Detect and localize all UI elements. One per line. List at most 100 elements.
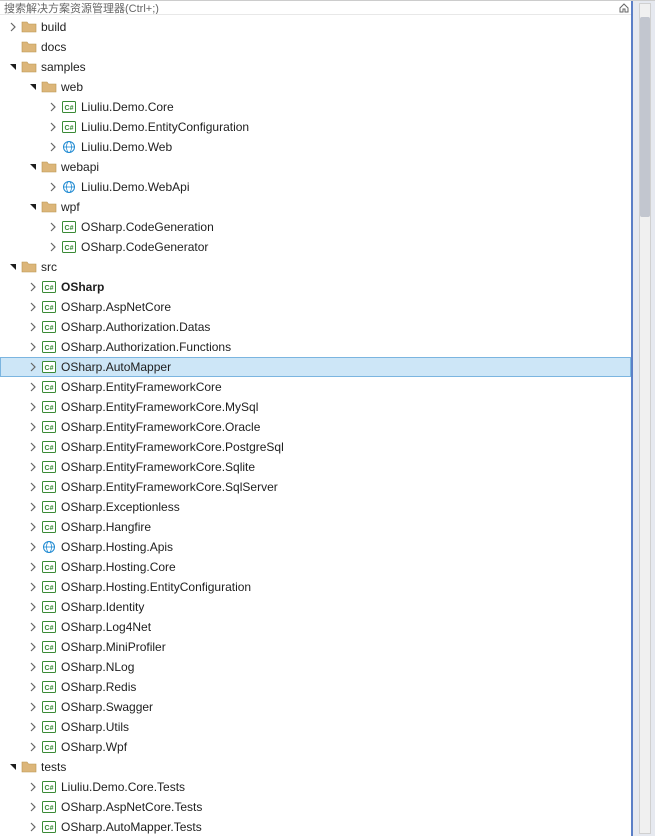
tree-project-item[interactable]: C#OSharp [0, 277, 631, 297]
collapse-icon[interactable] [27, 161, 39, 173]
tree-project-item[interactable]: C#OSharp.MiniProfiler [0, 637, 631, 657]
svg-text:C#: C# [45, 805, 54, 812]
expand-icon[interactable] [27, 521, 39, 533]
csharp-project-icon: C# [41, 519, 57, 535]
expand-icon[interactable] [27, 541, 39, 553]
expand-icon[interactable] [27, 741, 39, 753]
tree-project-item[interactable]: C#OSharp.EntityFrameworkCore.Oracle [0, 417, 631, 437]
tree-item-label: OSharp.AutoMapper.Tests [61, 820, 202, 834]
tree-project-item[interactable]: C#OSharp.Hosting.EntityConfiguration [0, 577, 631, 597]
vertical-scrollbar[interactable] [631, 1, 655, 836]
tree-project-item[interactable]: C#Liuliu.Demo.Core.Tests [0, 777, 631, 797]
expand-icon[interactable] [27, 441, 39, 453]
tree-folder-item[interactable]: tests [0, 757, 631, 777]
tree-project-item[interactable]: C#OSharp.Log4Net [0, 617, 631, 637]
expand-icon[interactable] [7, 21, 19, 33]
tree-project-item[interactable]: C#OSharp.Hosting.Core [0, 557, 631, 577]
expand-icon[interactable] [27, 421, 39, 433]
expand-icon[interactable] [27, 661, 39, 673]
tree-project-item[interactable]: C#OSharp.NLog [0, 657, 631, 677]
tree-folder-item[interactable]: samples [0, 57, 631, 77]
expand-icon[interactable] [27, 621, 39, 633]
expand-icon[interactable] [27, 641, 39, 653]
expand-icon[interactable] [27, 581, 39, 593]
expand-icon[interactable] [27, 601, 39, 613]
svg-text:C#: C# [45, 345, 54, 352]
tree-folder-item[interactable]: web [0, 77, 631, 97]
expand-icon[interactable] [27, 681, 39, 693]
svg-text:C#: C# [45, 385, 54, 392]
tree-project-item[interactable]: C#OSharp.EntityFrameworkCore.PostgreSql [0, 437, 631, 457]
collapse-icon[interactable] [7, 61, 19, 73]
expand-icon[interactable] [27, 401, 39, 413]
tree-project-item[interactable]: C# OSharp.AutoMapper.Tests [0, 817, 631, 836]
tree-project-item[interactable]: C#OSharp.Hangfire [0, 517, 631, 537]
expand-icon[interactable] [27, 301, 39, 313]
expand-icon[interactable] [27, 801, 39, 813]
tree-project-item[interactable]: C#OSharp.EntityFrameworkCore.Sqlite [0, 457, 631, 477]
expand-icon[interactable] [27, 481, 39, 493]
tree-project-item[interactable]: C#Liuliu.Demo.Core [0, 97, 631, 117]
tree-folder-item[interactable]: build [0, 17, 631, 37]
tree-project-item[interactable]: C#OSharp.Identity [0, 597, 631, 617]
expand-icon[interactable] [27, 721, 39, 733]
tree-project-item[interactable]: C#OSharp.AutoMapper [0, 357, 631, 377]
tree-project-item[interactable]: C#OSharp.EntityFrameworkCore.SqlServer [0, 477, 631, 497]
expand-icon[interactable] [27, 501, 39, 513]
home-icon[interactable] [617, 1, 631, 15]
expand-icon[interactable] [47, 241, 59, 253]
collapse-icon[interactable] [27, 81, 39, 93]
expand-icon[interactable] [27, 341, 39, 353]
expand-icon[interactable] [47, 221, 59, 233]
tree-project-item[interactable]: C#OSharp.EntityFrameworkCore [0, 377, 631, 397]
expand-icon[interactable] [27, 461, 39, 473]
tree-project-item[interactable]: C#OSharp.Swagger [0, 697, 631, 717]
tree-project-item[interactable]: C#OSharp.Authorization.Functions [0, 337, 631, 357]
tree-project-item[interactable]: C#OSharp.Wpf [0, 737, 631, 757]
expand-icon[interactable] [27, 381, 39, 393]
expand-icon[interactable] [27, 361, 39, 373]
search-header[interactable]: 搜索解决方案资源管理器(Ctrl+;) [0, 1, 631, 15]
tree-item-label: OSharp.Authorization.Datas [61, 320, 210, 334]
tree-project-item[interactable]: Liuliu.Demo.Web [0, 137, 631, 157]
expand-icon[interactable] [47, 121, 59, 133]
tree-project-item[interactable]: C#OSharp.CodeGenerator [0, 237, 631, 257]
tree-folder-item[interactable]: webapi [0, 157, 631, 177]
tree-project-item[interactable]: C#OSharp.AspNetCore [0, 297, 631, 317]
tree-project-item[interactable]: C#OSharp.Redis [0, 677, 631, 697]
tree-project-item[interactable]: C#OSharp.Authorization.Datas [0, 317, 631, 337]
tree-project-item[interactable]: C#Liuliu.Demo.EntityConfiguration [0, 117, 631, 137]
tree-item-label: OSharp.Exceptionless [61, 500, 180, 514]
tree-project-item[interactable]: C#OSharp.EntityFrameworkCore.MySql [0, 397, 631, 417]
tree-project-item[interactable]: Liuliu.Demo.WebApi [0, 177, 631, 197]
tree-item-label: OSharp.Hosting.Apis [61, 540, 173, 554]
csharp-project-icon: C# [41, 819, 57, 835]
collapse-icon[interactable] [27, 201, 39, 213]
tree-project-item[interactable]: OSharp.Hosting.Apis [0, 537, 631, 557]
folder-icon [41, 79, 57, 95]
expand-icon[interactable] [27, 321, 39, 333]
tree-folder-item[interactable]: docs [0, 37, 631, 57]
svg-text:C#: C# [45, 645, 54, 652]
expand-icon[interactable] [27, 701, 39, 713]
tree-project-item[interactable]: C#OSharp.Utils [0, 717, 631, 737]
collapse-icon[interactable] [7, 761, 19, 773]
tree-project-item[interactable]: C#OSharp.CodeGeneration [0, 217, 631, 237]
collapse-icon[interactable] [7, 261, 19, 273]
csharp-project-icon: C# [41, 659, 57, 675]
tree-item-label: OSharp.AutoMapper [61, 360, 171, 374]
expand-icon[interactable] [47, 101, 59, 113]
expand-icon[interactable] [27, 561, 39, 573]
expand-icon[interactable] [47, 141, 59, 153]
tree-project-item[interactable]: C#OSharp.AspNetCore.Tests [0, 797, 631, 817]
svg-text:C#: C# [45, 565, 54, 572]
tree-panel[interactable]: 搜索解决方案资源管理器(Ctrl+;) builddocssampleswebC… [0, 1, 631, 836]
expand-icon[interactable] [27, 781, 39, 793]
expand-icon[interactable] [27, 281, 39, 293]
expand-icon[interactable] [27, 821, 39, 833]
tree-folder-item[interactable]: src [0, 257, 631, 277]
tree-folder-item[interactable]: wpf [0, 197, 631, 217]
scroll-thumb[interactable] [640, 17, 650, 217]
tree-project-item[interactable]: C#OSharp.Exceptionless [0, 497, 631, 517]
expand-icon[interactable] [47, 181, 59, 193]
